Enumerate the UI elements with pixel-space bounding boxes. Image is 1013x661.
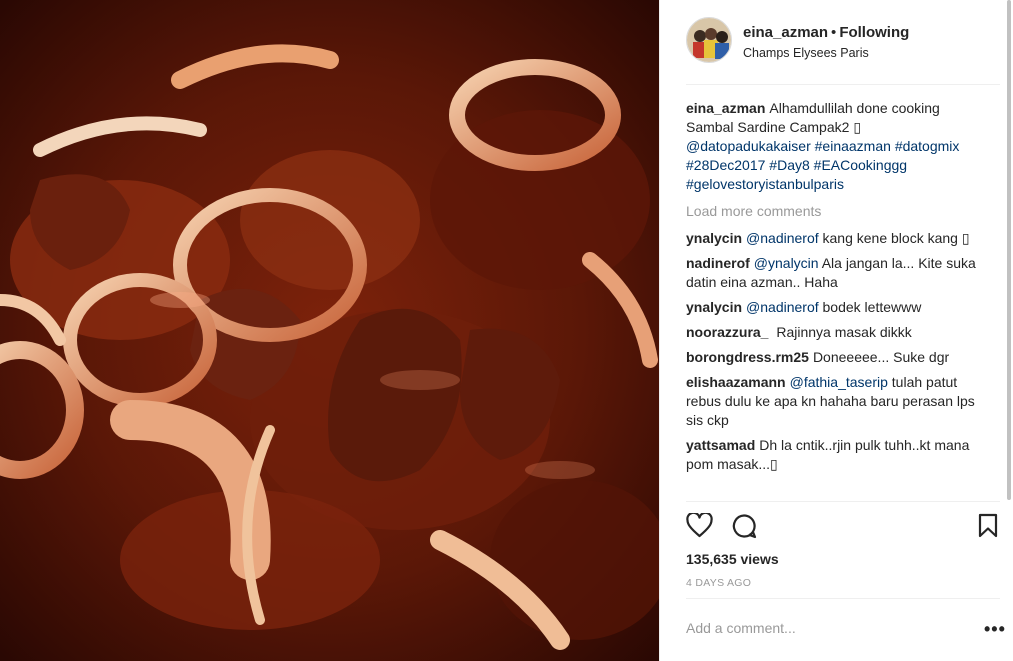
list-item: borongdress.rm25 Doneeeee... Suke dgr xyxy=(686,348,986,367)
caption-mention[interactable]: @datopadukakaiser xyxy=(686,138,811,154)
caption-hashtag[interactable]: #EACookinggg xyxy=(814,157,907,173)
load-more-comments-button[interactable]: Load more comments xyxy=(686,202,986,221)
heart-icon[interactable] xyxy=(686,513,713,538)
scrollbar[interactable] xyxy=(1005,0,1013,661)
header-line: eina_azman • Following xyxy=(743,24,909,41)
caption-hashtag[interactable]: #Day8 xyxy=(769,157,809,173)
comment-username[interactable]: noorazzura_ xyxy=(686,324,768,340)
scrollbar-thumb[interactable] xyxy=(1007,0,1011,500)
avatar[interactable] xyxy=(686,17,732,63)
comment-mention[interactable]: @ynalycin xyxy=(754,255,819,271)
post-details-panel: eina_azman • Following Champs Elysees Pari… xyxy=(659,0,1013,661)
list-item: ynalycin @nadinerof bodek lettewww xyxy=(686,298,986,317)
comment-username[interactable]: yattsamad xyxy=(686,437,755,453)
divider xyxy=(686,598,1000,599)
comment-username[interactable]: elishaazamann xyxy=(686,374,786,390)
list-item: nadinerof @ynalycin Ala jangan la... Kite… xyxy=(686,254,986,292)
add-comment-input[interactable] xyxy=(686,620,966,636)
caption-hashtag[interactable]: #28Dec2017 xyxy=(686,157,765,173)
header-username[interactable]: eina_azman xyxy=(743,24,828,41)
comments-list: eina_azman Alhamdullilah done cooking Sam… xyxy=(686,99,986,501)
comment-username[interactable]: ynalycin xyxy=(686,230,742,246)
caption-hashtag[interactable]: #einaazman xyxy=(815,138,891,154)
timestamp[interactable]: 4 DAYS AGO xyxy=(686,577,751,589)
comment-text: Doneeeee... Suke dgr xyxy=(812,349,950,365)
bookmark-icon[interactable] xyxy=(978,513,998,538)
comment-username[interactable]: nadinerof xyxy=(686,255,750,271)
list-item: ynalycin @nadinerof kang kene block kang … xyxy=(686,229,986,248)
action-bar xyxy=(686,510,1000,544)
comment-icon[interactable] xyxy=(731,513,757,539)
post-photo[interactable] xyxy=(0,0,659,661)
post-header: eina_azman • Following Champs Elysees Pari… xyxy=(686,17,1000,69)
comment-mention[interactable]: @fathia_taserip xyxy=(790,374,888,390)
food-image xyxy=(0,0,659,661)
comment-username[interactable]: ynalycin xyxy=(686,299,742,315)
divider xyxy=(686,501,1000,502)
list-item: elishaazamann @fathia_taserip tulah patut… xyxy=(686,373,986,430)
comment-mention[interactable]: @nadinerof xyxy=(746,230,819,246)
header-dot: • xyxy=(831,24,837,41)
comment-text: Rajinnya masak dikkk xyxy=(772,324,912,340)
caption-hashtag[interactable]: #gelovestoryistanbulparis xyxy=(686,176,844,192)
list-item: noorazzura_ Rajinnya masak dikkk xyxy=(686,323,986,342)
comment-text: bodek lettewww xyxy=(818,299,922,315)
comment-text: kang kene block kang ▯ xyxy=(818,230,970,246)
comment-username[interactable]: borongdress.rm25 xyxy=(686,349,809,365)
caption-emoji: ▯ xyxy=(853,119,862,135)
comment-mention[interactable]: @nadinerof xyxy=(746,299,819,315)
caption: eina_azman Alhamdullilah done cooking Sam… xyxy=(686,99,986,194)
caption-username[interactable]: eina_azman xyxy=(686,100,765,116)
list-item: yattsamad Dh la cntik..rjin pulk tuhh..kt… xyxy=(686,436,986,474)
caption-hashtag[interactable]: #datogmix xyxy=(895,138,960,154)
location-link[interactable]: Champs Elysees Paris xyxy=(743,46,869,60)
view-count[interactable]: 135,635 views xyxy=(686,551,779,567)
divider xyxy=(686,84,1000,85)
following-button[interactable]: Following xyxy=(839,24,909,41)
more-options-icon[interactable]: ••• xyxy=(984,620,1006,638)
